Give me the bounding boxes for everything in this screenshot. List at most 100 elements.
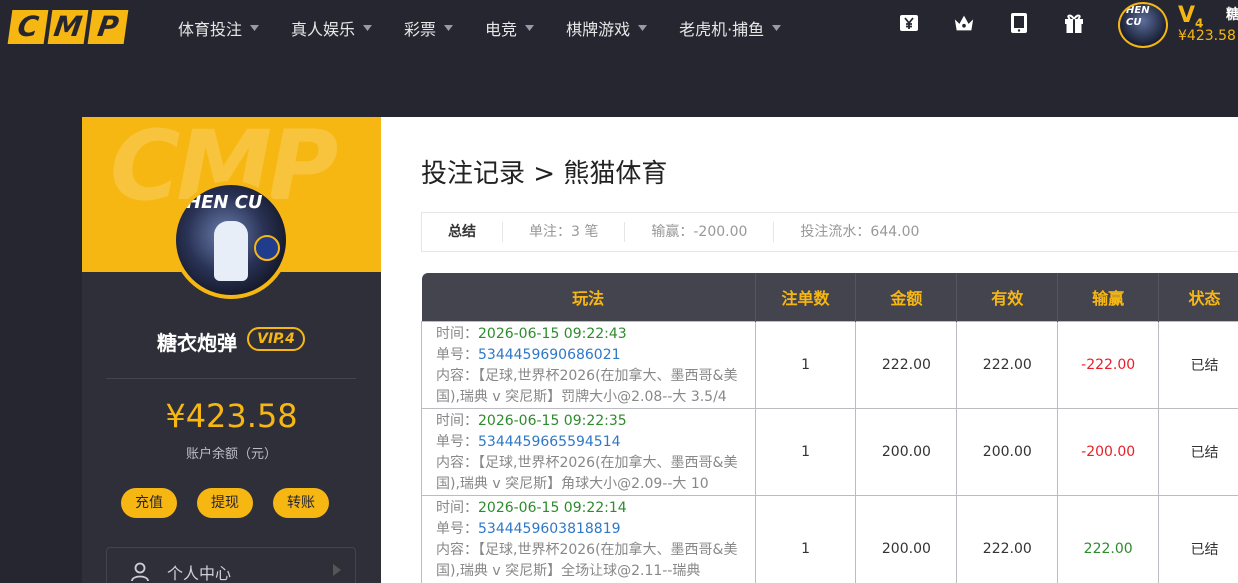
summary-bar: 总结 单注：3 笔 输赢：-200.00 投注流水：644.00: [421, 212, 1238, 252]
time-label: 时间：: [436, 499, 478, 516]
user-avatar[interactable]: HEN CU: [172, 181, 290, 299]
column-header: 状态: [1158, 273, 1238, 321]
bet-detail-cell: 时间：2026-06-15 09:22:43 单号：53444596906860…: [421, 320, 756, 409]
table-row[interactable]: 时间：2026-06-15 09:22:14 单号：53444596038188…: [421, 494, 1238, 583]
bet-amount: 222.00: [855, 320, 958, 409]
bet-content: 内容：【足球,世界杯2026(在加拿大、墨西哥&美国),瑞典 v 突尼斯】角球大…: [436, 453, 743, 495]
bet-winloss: -200.00: [1057, 407, 1160, 496]
header-tools: [898, 12, 1085, 34]
header-balance: ¥423.58: [1178, 28, 1236, 44]
transfer-button[interactable]: 转账: [273, 488, 329, 518]
page-title: 投注记录 > 熊猫体育: [421, 159, 668, 189]
nav-sports[interactable]: 体育投注: [178, 16, 260, 40]
bet-time: 时间：2026-06-15 09:22:43: [436, 324, 743, 345]
nav-card-games[interactable]: 棋牌游戏: [566, 16, 648, 40]
table-row[interactable]: 时间：2026-06-15 09:22:35 单号：53444596655945…: [421, 407, 1238, 496]
chevron-down-icon: [772, 25, 782, 31]
nav-label: 电竞: [485, 20, 518, 39]
nav-esports[interactable]: 电竞: [485, 16, 535, 40]
bet-content: 内容：【足球,世界杯2026(在加拿大、墨西哥&美国),瑞典 v 突尼斯】罚牌大…: [436, 366, 743, 408]
nav-slots-fishing[interactable]: 老虎机·捕鱼: [679, 16, 782, 40]
bet-status: 已结: [1158, 407, 1238, 496]
chevron-down-icon: [250, 25, 260, 31]
order-number[interactable]: 5344459603818819: [478, 521, 621, 537]
content-label: 内容：: [436, 367, 478, 384]
bet-status: 已结: [1158, 494, 1238, 583]
column-header: 注单数: [755, 273, 857, 321]
nav-live-casino[interactable]: 真人娱乐: [291, 16, 373, 40]
nav-label: 老虎机·捕鱼: [679, 20, 765, 39]
order-number[interactable]: 5344459665594514: [478, 434, 621, 450]
bet-status: 已结: [1158, 320, 1238, 409]
header-avatar[interactable]: HEN CU: [1118, 2, 1168, 48]
content-value: 【足球,世界杯2026(在加拿大、墨西哥&美国),瑞典 v 突尼斯】全场让球@2…: [436, 541, 738, 579]
bet-records-panel: 投注记录 > 熊猫体育 总结 单注：3 笔 输赢：-200.00 投注流水：64…: [381, 117, 1238, 583]
nav-label: 真人娱乐: [291, 20, 356, 39]
nav-label: 体育投注: [178, 20, 243, 39]
bet-count: 1: [754, 407, 857, 496]
summary-winloss: 输赢：-200.00: [625, 222, 775, 242]
column-header: 金额: [855, 273, 958, 321]
nav-label: 彩票: [404, 20, 437, 39]
nav-lottery[interactable]: 彩票: [404, 16, 454, 40]
bet-order: 单号：5344459690686021: [436, 345, 743, 366]
order-label: 单号：: [436, 433, 478, 450]
divider: [106, 378, 356, 379]
table-header-row: 玩法 注单数 金额 有效 输赢 状态: [421, 273, 1238, 321]
summary-title: 总结: [422, 222, 503, 242]
menu-item-label: 个人中心: [167, 564, 232, 583]
time-value: 2026-06-15 09:22:14: [478, 499, 627, 516]
yen-wallet-icon[interactable]: [898, 12, 920, 34]
order-label: 单号：: [436, 346, 478, 363]
bet-winloss: -222.00: [1057, 320, 1160, 409]
column-header: 玩法: [421, 273, 756, 321]
cmp-logo[interactable]: C M P: [7, 10, 129, 44]
deposit-button[interactable]: 充值: [121, 488, 177, 518]
bet-detail-cell: 时间：2026-06-15 09:22:35 单号：53444596655945…: [421, 407, 756, 496]
crown-icon[interactable]: [953, 12, 975, 34]
logo-letter: C: [7, 10, 49, 44]
chevron-down-icon: [525, 25, 535, 31]
chevron-down-icon: [444, 25, 454, 31]
bet-amount: 200.00: [855, 407, 958, 496]
table-row[interactable]: 时间：2026-06-15 09:22:43 单号：53444596906860…: [421, 320, 1238, 409]
logo-letter: P: [87, 10, 129, 44]
order-number[interactable]: 5344459690686021: [478, 347, 621, 363]
username: 糖衣炮弹: [157, 331, 237, 355]
bet-amount: 200.00: [855, 494, 958, 583]
content-label: 内容：: [436, 454, 478, 471]
bet-time: 时间：2026-06-15 09:22:14: [436, 498, 743, 519]
user-sidebar: CMP HEN CU 糖衣炮弹 VIP.4 ¥423.58 账户余额（元） 充值…: [82, 117, 381, 583]
main-nav: 体育投注 真人娱乐 彩票 电竞 棋牌游戏 老虎机·捕鱼: [178, 0, 813, 56]
bet-valid: 222.00: [956, 494, 1059, 583]
column-header: 输赢: [1057, 273, 1160, 321]
bet-detail-cell: 时间：2026-06-15 09:22:14 单号：53444596038188…: [421, 494, 756, 583]
content-value: 【足球,世界杯2026(在加拿大、墨西哥&美国),瑞典 v 突尼斯】罚牌大小@2…: [436, 367, 738, 405]
time-label: 时间：: [436, 325, 478, 342]
logo-letter: M: [47, 10, 89, 44]
wallet-actions: 充值 提现 转账: [121, 488, 329, 518]
balance-label: 账户余额（元）: [185, 447, 277, 462]
time-value: 2026-06-15 09:22:43: [478, 325, 627, 342]
avatar-caption: HEN CU: [186, 192, 263, 213]
summary-turnover: 投注流水：644.00: [800, 224, 920, 240]
gift-icon[interactable]: [1063, 12, 1085, 34]
account-balance: ¥423.58: [165, 397, 298, 435]
bet-records-table: 玩法 注单数 金额 有效 输赢 状态 时间：2026-06-15 09:22:4…: [421, 273, 1238, 583]
avatar-caption: HEN CU: [1126, 5, 1150, 28]
time-value: 2026-06-15 09:22:35: [478, 412, 627, 429]
tablet-icon[interactable]: [1008, 12, 1030, 34]
vip-badge: VIP.4: [247, 327, 305, 351]
summary-orders: 单注：3 笔: [503, 222, 626, 242]
vip-letter: V: [1178, 3, 1196, 28]
bet-winloss: 222.00: [1057, 494, 1160, 583]
withdraw-button[interactable]: 提现: [197, 488, 253, 518]
nav-label: 棋牌游戏: [566, 20, 631, 39]
order-label: 单号：: [436, 520, 478, 537]
chevron-down-icon: [638, 25, 648, 31]
header-username: 糖: [1226, 7, 1238, 23]
bet-time: 时间：2026-06-15 09:22:35: [436, 411, 743, 432]
bet-order: 单号：5344459665594514: [436, 432, 743, 453]
avatar-figure: [214, 221, 248, 281]
menu-item-personal-center[interactable]: 个人中心: [106, 547, 356, 583]
